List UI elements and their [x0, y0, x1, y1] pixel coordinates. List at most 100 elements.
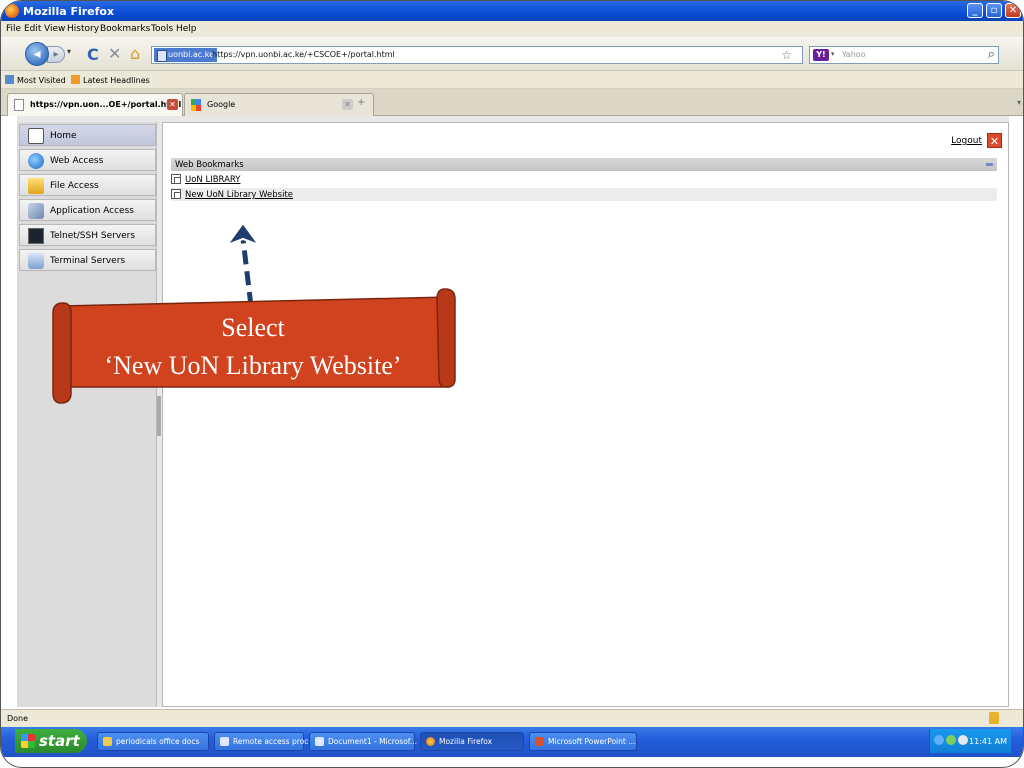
menu-bookmarks[interactable]: Bookmarks [100, 24, 150, 34]
taskbar-item[interactable]: Microsoft PowerPoint ... [529, 732, 637, 751]
windows-logo-icon [21, 734, 35, 748]
yahoo-icon[interactable]: Y! [813, 49, 829, 61]
bookmark-most-visited-label: Most Visited [17, 76, 66, 85]
sidebar-item-telnet-ssh[interactable]: Telnet/SSH Servers [19, 224, 156, 246]
padlock-icon[interactable] [989, 712, 999, 724]
history-dropdown-icon[interactable]: ▾ [67, 47, 71, 56]
menu-file[interactable]: File [6, 24, 21, 34]
bookmark-row[interactable]: UoN LIBRARY [171, 173, 997, 186]
callout-text-line1: Select [221, 313, 285, 342]
sidebar-item-label: File Access [50, 181, 99, 191]
folder-icon [103, 737, 112, 746]
collapse-panel-icon[interactable] [986, 163, 993, 166]
start-button[interactable]: start [15, 729, 87, 753]
menu-tools[interactable]: Tools [151, 24, 173, 34]
security-tray-icon[interactable] [946, 735, 956, 745]
minimize-button[interactable]: _ [967, 3, 983, 18]
forward-button[interactable]: ▸ [47, 46, 65, 63]
bookmark-latest-headlines[interactable]: Latest Headlines [71, 75, 150, 85]
close-tab-icon[interactable]: ✕ [342, 99, 353, 110]
taskbar-item-label: Microsoft PowerPoint ... [548, 737, 636, 746]
sidebar-item-file-access[interactable]: File Access [19, 174, 156, 196]
globe-icon [28, 153, 44, 169]
firefox-icon [5, 4, 19, 18]
web-bookmarks-header: Web Bookmarks [171, 158, 997, 171]
tab-strip: https://vpn.uon...OE+/portal.html ✕ Goog… [1, 89, 1023, 116]
maximize-button[interactable]: ▫ [986, 3, 1002, 18]
menu-view[interactable]: View [44, 24, 65, 34]
reload-icon[interactable]: C [87, 45, 99, 64]
sidebar-item-label: Application Access [50, 206, 134, 216]
slide-frame: Mozilla Firefox _ ▫ ✕ File Edit View His… [0, 0, 1024, 768]
close-window-button[interactable]: ✕ [1005, 3, 1021, 18]
firefox-icon [426, 737, 435, 746]
web-link-icon [171, 189, 181, 199]
sidebar-item-terminal-servers[interactable]: Terminal Servers [19, 249, 156, 271]
home-icon[interactable]: ⌂ [130, 44, 140, 63]
bookmark-folder-icon [5, 75, 14, 84]
bookmark-row[interactable]: New UoN Library Website [171, 188, 997, 201]
url-text[interactable]: https://vpn.uonbi.ac.ke/+CSCOE+/portal.h… [212, 50, 395, 59]
sidebar-item-application-access[interactable]: Application Access [19, 199, 156, 221]
taskbar-item[interactable]: periodicals office docs [97, 732, 209, 751]
portal-main-pane: Logout ✕ Web Bookmarks UoN LIBRARY New U… [162, 122, 1009, 707]
web-link-icon [171, 174, 181, 184]
sidebar-item-label: Home [50, 131, 77, 141]
network-icon [28, 203, 44, 219]
google-favicon [191, 99, 201, 111]
tab-google[interactable]: Google ✕ [184, 93, 374, 116]
terminal-icon [28, 228, 44, 244]
close-tab-icon[interactable]: ✕ [167, 99, 178, 110]
tab-vpn-portal[interactable]: https://vpn.uon...OE+/portal.html ✕ [7, 93, 183, 116]
taskbar-item-active[interactable]: Mozilla Firefox [420, 732, 524, 751]
page-favicon [14, 99, 24, 111]
url-bar[interactable]: uonbi.ac.ke https://vpn.uonbi.ac.ke/+CSC… [151, 46, 824, 64]
site-identity-badge[interactable]: uonbi.ac.ke [154, 48, 217, 62]
taskbar-item-label: Document1 - Microsof... [328, 737, 418, 746]
search-placeholder: Yahoo [842, 50, 866, 59]
sidebar-item-label: Terminal Servers [50, 256, 126, 266]
taskbar-item-label: periodicals office docs [116, 737, 200, 746]
volume-tray-icon[interactable] [958, 735, 968, 745]
stop-icon[interactable]: ✕ [108, 44, 121, 63]
bookmark-most-visited[interactable]: Most Visited [5, 75, 66, 85]
sidebar-splitter[interactable] [157, 396, 161, 436]
menu-history[interactable]: History [67, 24, 99, 34]
sidebar-item-label: Telnet/SSH Servers [50, 231, 136, 241]
powerpoint-icon [535, 737, 544, 746]
engine-dropdown-icon[interactable]: ▾ [831, 50, 835, 58]
server-icon [28, 253, 44, 269]
sidebar-item-home[interactable]: Home [19, 124, 156, 146]
taskbar-item[interactable]: Remote access proce... [214, 732, 320, 751]
tab-list-icon[interactable]: ▾ [1017, 98, 1021, 107]
taskbar-item[interactable]: Document1 - Microsof... [309, 732, 418, 751]
window-title: Mozilla Firefox [23, 5, 115, 18]
status-bar: Done [1, 709, 1023, 727]
back-button[interactable]: ◂ [25, 42, 49, 66]
bookmark-link-uon-library[interactable]: UoN LIBRARY [185, 175, 241, 185]
rss-feed-icon [71, 75, 80, 84]
home-icon [28, 128, 44, 144]
new-tab-icon[interactable]: + [357, 97, 365, 108]
word-document-icon [220, 737, 229, 746]
menu-edit[interactable]: Edit [24, 24, 41, 34]
menu-bar: File Edit View History Bookmarks Tools H… [1, 21, 1023, 37]
system-tray: 11:41 AM [929, 729, 1011, 753]
page-content: Home Web Access File Access Application … [17, 116, 1009, 707]
tab-label: Google [207, 100, 236, 109]
clock: 11:41 AM [969, 737, 1007, 746]
sidebar-item-web-access[interactable]: Web Access [19, 149, 156, 171]
start-label: start [39, 732, 80, 750]
windows-taskbar: start periodicals office docs Remote acc… [1, 727, 1023, 757]
tab-label: https://vpn.uon...OE+/portal.html [30, 100, 182, 109]
logout-icon[interactable]: ✕ [987, 133, 1002, 148]
logout-link[interactable]: Logout [951, 136, 982, 146]
bookmarks-toolbar: Most Visited Latest Headlines [1, 71, 1023, 89]
status-text: Done [7, 714, 29, 723]
bookmark-link-new-uon-library-website[interactable]: New UoN Library Website [185, 190, 293, 200]
menu-help[interactable]: Help [176, 24, 197, 34]
search-icon[interactable]: ⌕ [988, 47, 995, 62]
network-tray-icon[interactable] [934, 735, 944, 745]
bookmark-star-icon[interactable]: ☆ [781, 48, 792, 62]
search-box[interactable]: Y! ▾ Yahoo ⌕ [809, 46, 999, 64]
